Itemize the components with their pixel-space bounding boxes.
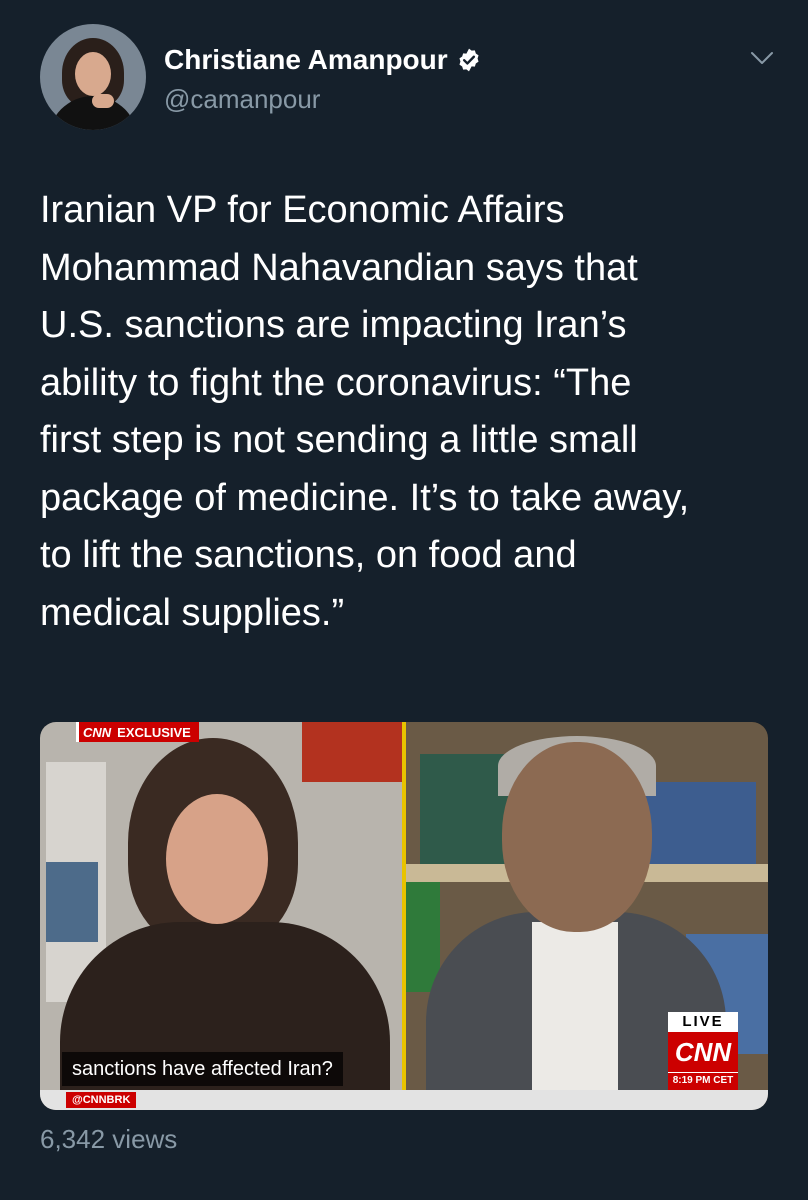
tweet-media-video[interactable]: CNN EXCLUSIVE sanctions have affected Ir…: [40, 722, 768, 1110]
tweet-text-line: to lift the sanctions, on food and: [40, 534, 577, 576]
cnn-logo: CNN: [83, 724, 112, 740]
view-count: 6,342 views: [40, 1124, 178, 1154]
tweet-header: Christiane Amanpour @camanpour: [40, 24, 780, 134]
cnn-exclusive-banner: CNN EXCLUSIVE: [76, 722, 199, 742]
tweet-text-line: package of medicine. It’s to take away,: [40, 476, 690, 519]
tweet-text-line: ability to fight the coronavirus: “The: [40, 361, 632, 404]
tweet-text-line: Iranian VP for Economic Affairs: [40, 189, 565, 231]
author-name[interactable]: Christiane Amanpour: [164, 44, 448, 76]
ticker-bar: @CNNBRK: [40, 1090, 768, 1110]
verified-badge-icon: [459, 48, 479, 72]
live-bug: LIVE CNN 8:19 PM CET: [668, 1012, 738, 1091]
tweet-text-line: medical supplies.”: [40, 591, 345, 634]
video-caption: sanctions have affected Iran?: [62, 1052, 343, 1086]
author-name-row[interactable]: Christiane Amanpour: [164, 44, 482, 76]
live-label: LIVE: [668, 1012, 738, 1032]
ticker-tag: @CNNBRK: [66, 1092, 137, 1108]
exclusive-label: EXCLUSIVE: [117, 724, 191, 740]
chevron-down-icon[interactable]: [750, 50, 774, 66]
tweet-text: Iranian VP for Economic Affairs Mohammad…: [40, 182, 780, 642]
author-handle[interactable]: @camanpour: [164, 84, 320, 115]
tweet-text-line: first step is not sending a little small: [40, 419, 638, 461]
broadcast-time: 8:19 PM CET: [668, 1072, 738, 1091]
tweet-text-line: Mohammad Nahavandian says that: [40, 246, 638, 289]
tweet-text-line: U.S. sanctions are impacting Iran’s: [40, 304, 627, 346]
avatar[interactable]: [40, 24, 146, 130]
network-logo: CNN: [668, 1032, 738, 1072]
